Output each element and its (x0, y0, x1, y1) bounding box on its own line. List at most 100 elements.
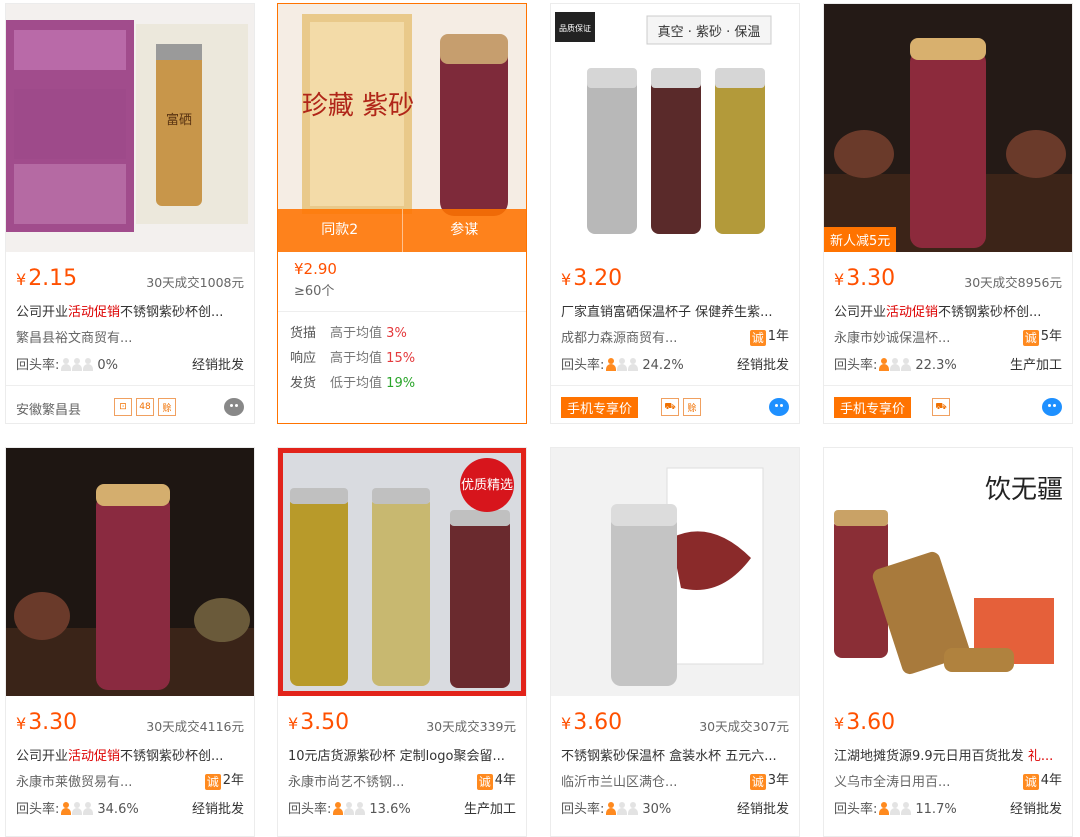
cheng-badge-icon: 诚 (476, 774, 493, 790)
deal-volume: 30天成交307元 (699, 719, 789, 734)
card-footer: 安徽繁昌县 ⊡ 48 赊 (6, 385, 254, 423)
divider (278, 311, 526, 312)
price: ¥3.60 (834, 710, 896, 735)
shop-name[interactable]: 义乌市全涛日用百... 诚 4年 (834, 771, 1062, 790)
product-title[interactable]: 厂家直销富硒保温杯子 保健养生紫... (561, 301, 789, 320)
box-text: 珍藏 紫砂 (302, 91, 414, 121)
product-image[interactable]: 富硒 (6, 4, 254, 252)
price: ¥2.15 (16, 266, 78, 291)
person-icon (61, 358, 94, 375)
deal-volume: 30天成交4116元 (146, 719, 244, 734)
repeat-rate: 回头率: 30% 经销批发 (561, 798, 789, 819)
person-icon (606, 802, 639, 819)
cheng-badge-icon: 诚 (1022, 774, 1039, 790)
product-card[interactable]: 品质保证 真空 · 紫砂 · 保温 ¥3.20 厂家直销富硒保温杯子 保健养生紫… (550, 3, 800, 424)
repeat-rate: 回头率: 0% 经销批发 (16, 354, 244, 375)
product-image[interactable] (551, 448, 799, 696)
metric-description: 货描 高于均值 3% (290, 326, 407, 341)
repeat-rate: 回头率: 24.2% 经销批发 (561, 354, 789, 375)
person-icon (61, 802, 94, 819)
cheng-badge-icon: 诚 (204, 774, 221, 790)
new-user-discount-tag: 新人减5元 (824, 227, 897, 252)
shop-name[interactable]: 永康市莱傲贸易有... 诚 2年 (16, 771, 244, 790)
product-card-hovered[interactable]: 珍藏 紫砂 同款2 参谋 ¥2.90 ≥60个 货描 高于均值 3% 响应 高于均值… (277, 3, 527, 424)
shop-name[interactable]: 成都力森源商贸有... 诚 1年 (561, 327, 789, 346)
wangwang-chat-icon[interactable] (224, 398, 244, 416)
person-icon (606, 358, 639, 375)
product-title[interactable]: 公司开业活动促销不锈钢紫砂杯创... (834, 301, 1062, 320)
repeat-rate: 回头率: 13.6% 生产加工 (288, 798, 516, 819)
repeat-rate: 回头率: 11.7% 经销批发 (834, 798, 1062, 819)
shipping-truck-icon[interactable]: ⛟ (661, 398, 679, 416)
calligraphy-text: 饮无疆 (985, 475, 1063, 505)
same-style-button[interactable]: 同款2 (278, 209, 403, 252)
business-type: 经销批发 (736, 802, 789, 817)
business-type: 生产加工 (1009, 358, 1062, 373)
product-image[interactable]: 新人减5元 (824, 4, 1072, 252)
mobile-price-tag[interactable]: 手机专享价 (834, 397, 912, 418)
box-text: 富硒 (166, 112, 192, 128)
deal-volume: 30天成交8956元 (964, 275, 1062, 290)
trust-years: 诚 4年 (476, 773, 516, 790)
deal-volume: 30天成交339元 (426, 719, 516, 734)
repeat-rate: 回头率: 34.6% 经销批发 (16, 798, 244, 819)
storefront-icon[interactable]: ⊡ (114, 398, 132, 416)
shipping-truck-icon[interactable]: ⛟ (932, 398, 950, 416)
business-type: 经销批发 (191, 802, 244, 817)
person-icon (879, 802, 912, 819)
trust-years: 诚 3年 (749, 773, 789, 790)
price: ¥3.50 (288, 710, 350, 735)
price: ¥3.30 (834, 266, 896, 291)
mobile-price-tag[interactable]: 手机专享价 (561, 397, 639, 418)
business-type: 生产加工 (463, 802, 516, 817)
min-order: ≥60个 (294, 284, 335, 299)
cheng-badge-icon: 诚 (1022, 330, 1039, 346)
cheng-badge-icon: 诚 (749, 330, 766, 346)
product-image[interactable]: 优质精选 (278, 448, 526, 696)
product-title[interactable]: 江湖地摊货源9.9元日用百货批发 礼... (834, 745, 1062, 764)
person-icon (333, 802, 366, 819)
hover-actions: 同款2 参谋 (278, 209, 526, 252)
cheng-badge-icon: 诚 (749, 774, 766, 790)
price: ¥3.60 (561, 710, 623, 735)
product-title[interactable]: 10元店货源紫砂杯 定制logo聚会留... (288, 745, 516, 764)
product-card[interactable]: 富硒 ¥2.15 30天成交1008元 公司开业活动促销不锈钢紫砂杯创... 繁… (5, 3, 255, 424)
product-title[interactable]: 不锈钢紫砂保温杯 盒装水杯 五元六... (561, 745, 789, 764)
credit-icon[interactable]: 赊 (158, 398, 176, 416)
product-card[interactable]: 优质精选 ¥3.50 30天成交339元 10元店货源紫砂杯 定制logo聚会留… (277, 447, 527, 837)
product-grid: 富硒 ¥2.15 30天成交1008元 公司开业活动促销不锈钢紫砂杯创... 繁… (0, 0, 1080, 837)
shop-name[interactable]: 永康市尚艺不锈钢... 诚 4年 (288, 771, 516, 790)
card-footer: 手机专享价 ⛟ 赊 (551, 385, 799, 423)
price: ¥3.30 (16, 710, 78, 735)
shop-name[interactable]: 永康市妙诚保温杯... 诚 5年 (834, 327, 1062, 346)
product-card[interactable]: ¥3.60 30天成交307元 不锈钢紫砂保温杯 盒装水杯 五元六... 临沂市… (550, 447, 800, 837)
trust-years: 诚 1年 (749, 329, 789, 346)
product-card[interactable]: 饮无疆 ¥3.60 江湖地摊货源9.9元日用百货批发 礼... 义乌市全涛日用百… (823, 447, 1073, 837)
hours-48-icon[interactable]: 48 (136, 398, 154, 416)
region: 安徽繁昌县 (16, 403, 82, 418)
shop-name[interactable]: 临沂市兰山区满仓... 诚 3年 (561, 771, 789, 790)
wangwang-chat-icon[interactable] (1042, 398, 1062, 416)
shop-name[interactable]: 繁昌县裕文商贸有... (16, 327, 244, 346)
product-title[interactable]: 公司开业活动促销不锈钢紫砂杯创... (16, 745, 244, 764)
metric-shipping: 发货 低于均值 19% (290, 376, 416, 391)
trust-years: 诚 5年 (1022, 329, 1062, 346)
product-card[interactable]: ¥3.30 30天成交4116元 公司开业活动促销不锈钢紫砂杯创... 永康市莱… (5, 447, 255, 837)
product-card[interactable]: 新人减5元 ¥3.30 30天成交8956元 公司开业活动促销不锈钢紫砂杯创..… (823, 3, 1073, 424)
product-title[interactable]: 公司开业活动促销不锈钢紫砂杯创... (16, 301, 244, 320)
repeat-rate: 回头率: 22.3% 生产加工 (834, 354, 1062, 375)
credit-icon[interactable]: 赊 (683, 398, 701, 416)
trust-years: 诚 2年 (204, 773, 244, 790)
card-footer: 手机专享价 ⛟ (824, 385, 1072, 423)
advisor-button[interactable]: 参谋 (402, 209, 526, 252)
product-image[interactable]: 品质保证 真空 · 紫砂 · 保温 (551, 4, 799, 252)
wangwang-chat-icon[interactable] (769, 398, 789, 416)
trust-years: 诚 4年 (1022, 773, 1062, 790)
deal-volume: 30天成交1008元 (146, 275, 244, 290)
person-icon (879, 358, 912, 375)
product-image[interactable] (6, 448, 254, 696)
metric-response: 响应 高于均值 15% (290, 351, 416, 366)
product-image[interactable]: 饮无疆 (824, 448, 1072, 696)
banner-text: 真空 · 紫砂 · 保温 (658, 25, 761, 40)
business-type: 经销批发 (736, 358, 789, 373)
